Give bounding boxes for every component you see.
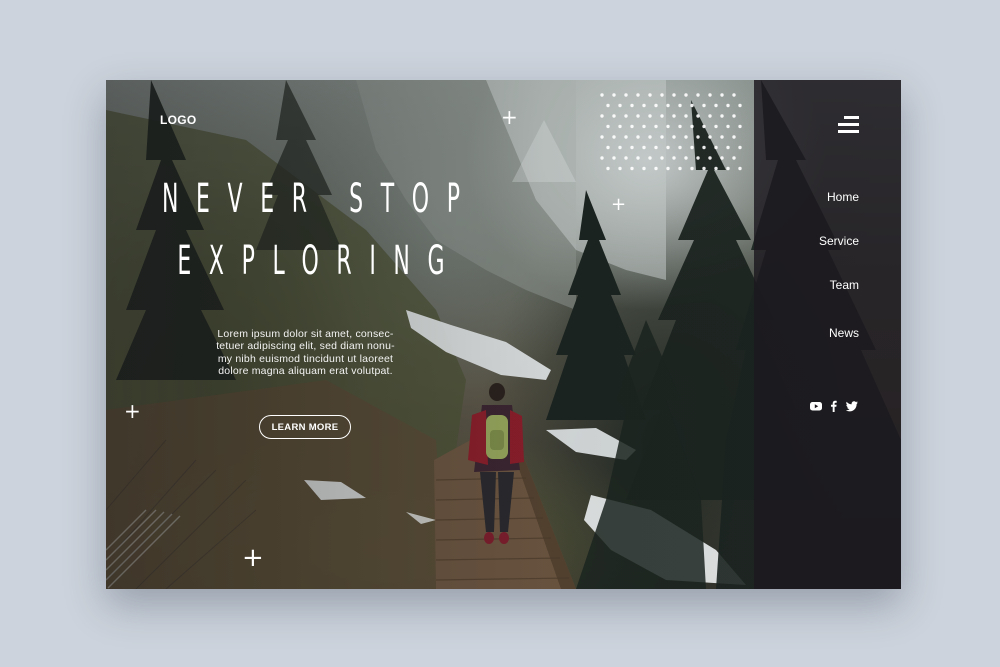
body-line: dolore magna aliquam erat volutpat. [218,365,393,378]
plus-decoration-icon: + [124,399,141,423]
hero-body-text: Lorem ipsum dolor sit amet, consec- tetu… [198,328,413,378]
social-links [810,400,858,412]
landing-page: LOGO NEVER STOP EXPLORING Lorem ipsum do… [106,80,901,589]
plus-decoration-icon: + [611,194,627,215]
nav-item-service[interactable]: Service [819,234,859,248]
dot-grid-pattern [600,93,742,171]
hero-headline: NEVER STOP EXPLORING [162,168,478,292]
headline-line-2: EXPLORING [177,238,463,284]
nav-item-home[interactable]: Home [827,190,859,204]
learn-more-button[interactable]: LEARN MORE [259,415,351,439]
facebook-icon[interactable] [828,400,840,412]
side-nav: Home Service Team News [754,80,901,589]
plus-decoration-icon: + [501,105,518,129]
twitter-icon[interactable] [846,400,858,412]
nav-item-news[interactable]: News [829,326,859,340]
youtube-icon[interactable] [810,400,822,412]
body-line: Lorem ipsum dolor sit amet, consec- [217,328,394,340]
logo[interactable]: LOGO [160,113,197,127]
headline-line-1: NEVER STOP [162,176,478,222]
nav-item-team[interactable]: Team [830,278,859,292]
body-line: tetuer adipiscing elit, sed diam nonu- [216,340,395,353]
plus-decoration-icon: + [242,543,264,573]
body-line: my nibh euismod tincidunt ut laoreet [217,352,394,365]
